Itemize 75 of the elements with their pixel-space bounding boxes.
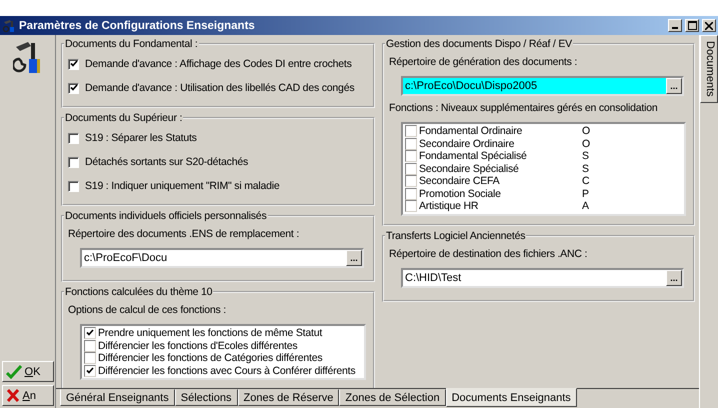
window-title: Paramètres de Configurations Enseignants [19, 20, 256, 32]
side-tab[interactable]: Documents [700, 35, 718, 103]
list-item[interactable]: Différencier les fonctions d'Ecoles différentes [98, 340, 298, 352]
checkbox[interactable] [68, 82, 79, 94]
list-item[interactable]: Fondamental Ordinaire [419, 125, 522, 138]
ok-button[interactable]: OK [2, 361, 54, 382]
checkbox[interactable] [68, 156, 79, 168]
checkbox-label: Détachés sortants sur S20-détachés [85, 156, 248, 168]
path-field[interactable]: c:\ProEco\Docu\Dispo2005 ... [401, 76, 684, 96]
cancel-button[interactable]: An [2, 385, 54, 406]
list-item[interactable]: Fondamental Spécialisé [419, 150, 527, 162]
checkbox[interactable] [68, 180, 79, 192]
field-label: Fonctions : Niveaux supplémentaires gérés en consolidation [389, 102, 659, 114]
checkbox-label: Demande d'avance : Utilisation des libellés CAD des congés [85, 82, 354, 94]
checkmark-icon [6, 364, 22, 378]
browse-button[interactable]: ... [346, 250, 362, 266]
checkbox[interactable] [405, 162, 417, 175]
field-label: Répertoire de génération des documents : [389, 56, 578, 68]
checkbox[interactable] [405, 138, 417, 150]
tab[interactable]: Documents Enseignants [446, 388, 577, 407]
group-title: Documents du Supérieur : [64, 112, 184, 124]
checkbox[interactable] [405, 200, 417, 212]
group-title: Documents du Fondamental : [64, 38, 199, 50]
level-code: P [582, 188, 590, 200]
cross-icon [6, 389, 20, 402]
level-code: O [582, 138, 591, 150]
maximize-icon [688, 21, 696, 30]
minimize-icon [672, 27, 678, 29]
tools-icon [12, 41, 42, 75]
level-code: C [582, 175, 590, 188]
level-code: A [582, 200, 590, 212]
level-code: S [582, 150, 590, 162]
field-label: Répertoire des documents .ENS de remplacement : [68, 228, 300, 240]
list-item[interactable]: Différencier les fonctions de Catégories différentes [98, 352, 322, 364]
checkbox[interactable] [68, 58, 79, 70]
group-title: Fonctions calculées du thème 10 [64, 286, 214, 298]
list-item[interactable]: Secondaire CEFA [419, 175, 500, 188]
group-title: Transferts Logiciel Anciennetés [385, 230, 526, 242]
list-item[interactable]: Prendre uniquement les fonctions de même Statut [98, 327, 322, 340]
tab[interactable]: Zones de Sélection [339, 389, 446, 406]
checkbox[interactable] [405, 150, 417, 162]
field-label: Options de calcul de ces fonctions : [68, 304, 227, 316]
close-icon [705, 22, 713, 30]
checkbox[interactable] [84, 340, 96, 352]
level-code: S [582, 162, 590, 175]
checkbox-label: S19 : Indiquer uniquement "RIM" si maladie [85, 180, 280, 192]
level-code: O [582, 125, 591, 138]
checkbox-label: Demande d'avance : Affichage des Codes DI entre crochets [85, 58, 352, 70]
list-item[interactable]: Secondaire Spécialisé [419, 162, 519, 175]
tab[interactable]: Zones de Réserve [238, 389, 340, 406]
browse-button[interactable]: ... [666, 78, 682, 94]
path-field[interactable]: c:\ProEcoF\Docu ... [80, 248, 364, 268]
checkbox[interactable] [84, 352, 96, 364]
checkbox-label: S19 : Séparer les Statuts [85, 132, 197, 144]
path-field[interactable]: C:\HID\Test ... [401, 268, 684, 288]
checkbox[interactable] [405, 125, 417, 138]
tools-icon [2, 18, 16, 32]
checkbox[interactable] [84, 364, 96, 377]
group-title: Gestion des documents Dispo / Réaf / EV [385, 38, 573, 50]
list-item[interactable]: Promotion Sociale [419, 188, 501, 200]
list-item[interactable]: Secondaire Ordinaire [419, 138, 514, 150]
checkbox[interactable] [68, 132, 79, 144]
checkbox[interactable] [84, 327, 96, 340]
checkbox[interactable] [405, 175, 417, 188]
maximize-button[interactable] [685, 19, 699, 32]
minimize-button[interactable] [668, 19, 682, 32]
browse-button[interactable]: ... [666, 270, 682, 286]
list-item[interactable]: Artistique HR [419, 200, 478, 212]
list-item[interactable]: Différencier les fonctions avec Cours à Conférer différents [98, 364, 356, 377]
close-button[interactable] [702, 19, 716, 32]
group-title: Documents individuels officiels personnalisés [64, 210, 268, 222]
tab[interactable]: Général Enseignants [60, 389, 175, 406]
tab[interactable]: Sélections [174, 389, 238, 406]
checkbox[interactable] [405, 188, 417, 200]
field-label: Répertoire de destination des fichiers .ANC : [389, 248, 588, 260]
